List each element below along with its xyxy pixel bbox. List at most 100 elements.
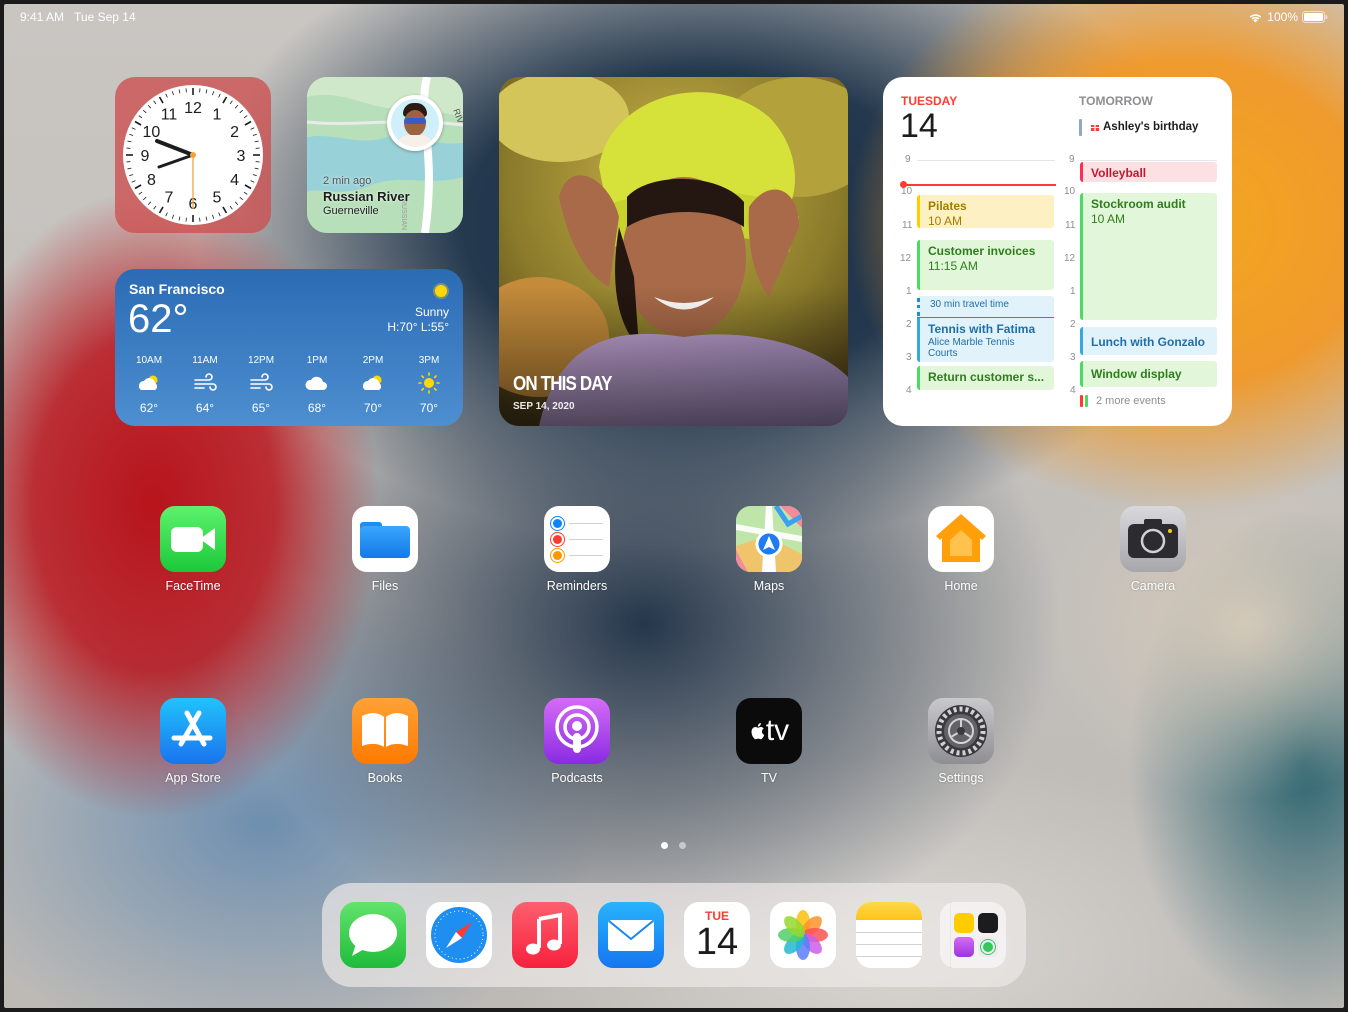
event-stockroom-audit[interactable]: Stockroom audit 10 AM [1080, 193, 1217, 320]
app-facetime[interactable]: FaceTime [138, 506, 248, 593]
app-podcasts[interactable]: Podcasts [522, 698, 632, 785]
page-dot-active[interactable] [661, 842, 668, 849]
photos-icon[interactable] [770, 902, 836, 968]
calendar-icon[interactable]: TUE 14 [684, 902, 750, 968]
magnifier-icon [978, 913, 998, 933]
clock-number: 4 [230, 172, 239, 189]
travel-time-label: 30 min travel time [930, 299, 1009, 310]
weather-widget[interactable]: San Francisco 62° Sunny H:70° L:55° 10AM… [115, 269, 463, 426]
hour-time: 1PM [306, 355, 328, 366]
hour-label: 1 [906, 286, 912, 297]
notes-icon[interactable] [856, 902, 922, 968]
books-icon [352, 698, 418, 764]
app-label: Settings [938, 771, 984, 785]
tips-icon [954, 913, 974, 933]
safari-icon[interactable] [426, 902, 492, 968]
event-tennis[interactable]: Tennis with Fatima Alice Marble Tennis Co… [917, 318, 1054, 362]
hour-label: 9 [1069, 154, 1075, 165]
partly-sunny-icon [363, 375, 382, 390]
event-time: 10 AM [1091, 212, 1126, 226]
birthday-title: Ashley's birthday [1103, 121, 1199, 133]
battery-percent: 100% [1267, 10, 1298, 24]
sun-icon [418, 372, 440, 394]
podcasts-icon [544, 698, 610, 764]
event-time: 10 AM [928, 214, 963, 228]
app-maps[interactable]: Maps [714, 506, 824, 593]
memoji-avatar [387, 95, 443, 151]
clock-face: 121234567891011 [123, 85, 263, 225]
clock-widget[interactable]: 121234567891011 [115, 77, 271, 233]
event-title: Return customer s... [928, 370, 1045, 384]
event-title: Stockroom audit [1091, 197, 1186, 211]
weather-hour: 12PM 65° [233, 355, 289, 415]
app-files[interactable]: Files [330, 506, 440, 593]
hour-line [917, 160, 1055, 161]
more-events-bar-red [1080, 395, 1083, 407]
memory-date: SEP 14, 2020 [513, 401, 575, 412]
calendar-icon-date: 14 [695, 921, 739, 963]
weather-hour: 11AM 64° [177, 355, 233, 415]
event-lunch[interactable]: Lunch with Gonzalo [1080, 327, 1217, 355]
app-app-store[interactable]: App Store [138, 698, 248, 785]
event-volleyball[interactable]: Volleyball [1080, 162, 1217, 182]
music-icon[interactable] [512, 902, 578, 968]
app-camera[interactable]: Camera [1098, 506, 1208, 593]
find-my-icon [978, 937, 998, 957]
event-customer-invoices[interactable]: Customer invoices 11:15 AM [917, 240, 1054, 290]
memory-title: ON THIS DAY [513, 373, 613, 395]
clock-number: 5 [213, 190, 222, 207]
clock-number: 8 [147, 172, 156, 189]
photos-widget[interactable]: ON THIS DAY SEP 14, 2020 [499, 77, 848, 426]
mail-icon[interactable] [598, 902, 664, 968]
itunes-store-icon [954, 937, 974, 957]
tv-icon-text: tv [765, 714, 790, 747]
time-text: 9:41 AM [20, 10, 65, 24]
hour-temp: 70° [419, 401, 439, 415]
app-home[interactable]: Home [906, 506, 1016, 593]
hour-label: 3 [1070, 352, 1076, 363]
app-label: Files [371, 579, 399, 593]
messages-icon[interactable] [340, 902, 406, 968]
apple-logo-icon [751, 723, 765, 740]
app-label: FaceTime [165, 579, 221, 593]
app-label: Books [367, 771, 403, 785]
event-return-customer[interactable]: Return customer s... [917, 366, 1054, 390]
weather-city: San Francisco [129, 281, 225, 297]
clock-number: 12 [184, 100, 202, 117]
hour-time: 10AM [135, 355, 163, 366]
birthday-event[interactable]: Ashley's birthday [1090, 121, 1198, 133]
battery-icon [1302, 11, 1328, 23]
event-pilates[interactable]: Pilates 10 AM [917, 195, 1054, 228]
app-label: Home [944, 579, 978, 593]
more-events[interactable]: 2 more events [1096, 395, 1166, 407]
hour-line [1080, 160, 1217, 161]
partly-sunny-icon [139, 375, 158, 390]
maps-widget[interactable]: RIV RUSSIAN 2 min ago Russian River Guer… [307, 77, 463, 233]
app-label: TV [761, 771, 777, 785]
clock-number: 3 [237, 148, 246, 165]
weather-condition: Sunny [414, 305, 449, 319]
clock-number: 7 [165, 190, 174, 207]
status-time: 9:41 AM Tue Sep 14 [20, 10, 136, 24]
app-tv[interactable]: tv TV [714, 698, 824, 785]
weather-temp: 62° [128, 297, 189, 341]
app-reminders[interactable]: Reminders [522, 506, 632, 593]
date-text: Tue Sep 14 [74, 10, 136, 24]
calendar-widget[interactable]: TUESDAY 14 TOMORROW Ashley's birthday 9 … [883, 77, 1232, 426]
app-settings[interactable]: Settings [906, 698, 1016, 785]
app-label: Maps [753, 579, 785, 593]
today-label: TUESDAY [901, 94, 958, 108]
hour-label: 12 [1064, 253, 1076, 264]
page-dot[interactable] [679, 842, 686, 849]
event-window-display[interactable]: Window display [1080, 361, 1217, 387]
clock-number: 11 [161, 106, 178, 123]
event-time: 11:15 AM [928, 259, 978, 273]
weather-summary: Sunny H:70° L:55° [387, 305, 449, 334]
today-date: 14 [900, 107, 938, 145]
app-folder-icon[interactable] [940, 902, 1006, 968]
tomorrow-label: TOMORROW [1079, 94, 1153, 108]
event-title: Lunch with Gonzalo [1091, 335, 1205, 349]
hour-time: 3PM [418, 355, 440, 366]
hour-time: 12PM [247, 355, 275, 366]
app-books[interactable]: Books [330, 698, 440, 785]
